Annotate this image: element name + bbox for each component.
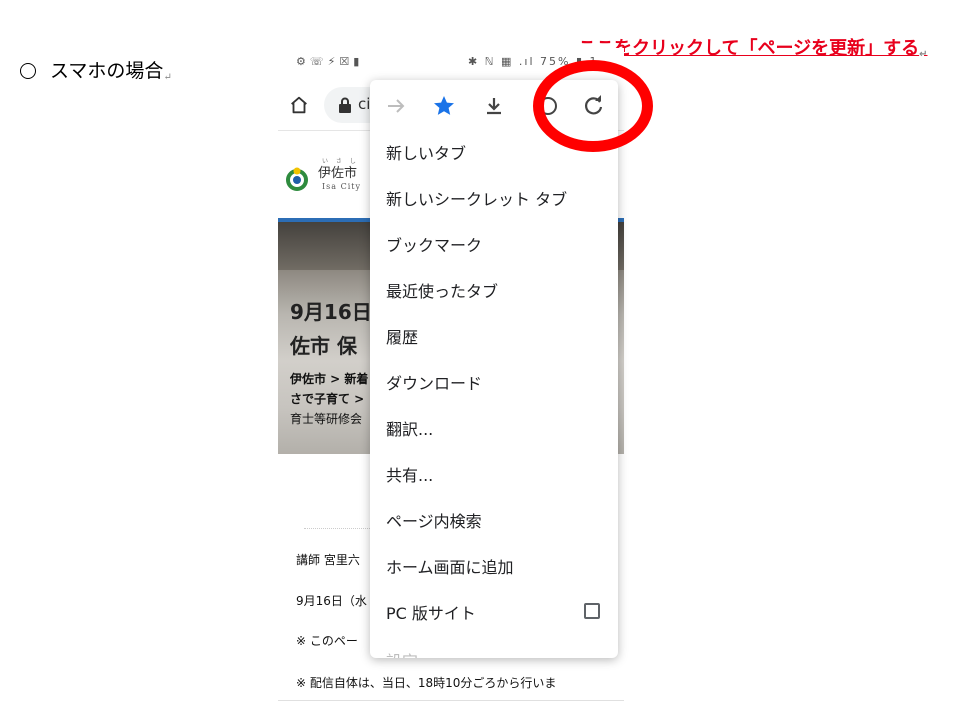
site-name-english: Isa City: [322, 182, 361, 191]
instruction-annotation: ここをクリックして「ページを更新」する↵: [578, 34, 928, 60]
highlight-circle: [533, 60, 653, 152]
menu-item-share[interactable]: 共有...: [370, 450, 618, 496]
paragraph-return-mark: ↵: [919, 49, 928, 60]
menu-item-settings[interactable]: 設定: [370, 634, 618, 658]
status-notification-icons: ⚙☏⚡☒▮: [296, 55, 364, 68]
body-text-line: 9月16日（水: [296, 594, 367, 608]
circle-bullet-icon: [20, 63, 36, 79]
menu-item-recent-tabs[interactable]: 最近使ったタブ: [370, 266, 618, 312]
browser-overflow-menu: 新しいタブ 新しいシークレット タブ ブックマーク 最近使ったタブ 履歴 ダウン…: [370, 80, 618, 658]
menu-item-translate[interactable]: 翻訳...: [370, 404, 618, 450]
forward-icon[interactable]: [380, 90, 412, 122]
body-text-line: ※ このペー: [296, 634, 358, 648]
breadcrumb-line2[interactable]: さで子育て >: [290, 390, 364, 407]
home-icon[interactable]: [288, 94, 310, 116]
content-divider: [278, 700, 624, 701]
menu-item-history[interactable]: 履歴: [370, 312, 618, 358]
breadcrumb-line1[interactable]: 伊佐市 > 新着: [290, 370, 368, 387]
menu-item-find-in-page[interactable]: ページ内検索: [370, 496, 618, 542]
hero-title-line2: 佐市 保: [290, 334, 357, 358]
url-text: ci: [358, 95, 371, 113]
menu-item-add-to-home[interactable]: ホーム画面に追加: [370, 542, 618, 588]
paragraph-return-mark: ↵: [163, 72, 172, 83]
body-text-line: 講師 宮里六: [296, 553, 360, 567]
lock-icon: [339, 97, 351, 113]
star-icon[interactable]: [428, 90, 460, 122]
menu-item-desktop-site[interactable]: PC 版サイト: [370, 588, 618, 634]
breadcrumb-line3: 育士等研修会: [290, 412, 363, 426]
site-name[interactable]: 伊佐市: [318, 162, 357, 181]
menu-item-new-incognito-tab[interactable]: 新しいシークレット タブ: [370, 174, 618, 220]
desktop-site-checkbox[interactable]: [584, 603, 600, 619]
download-icon[interactable]: [478, 90, 510, 122]
annotation-text: ここをクリックして「ページを更新」する: [578, 38, 920, 59]
heading-text: スマホの場合: [50, 60, 164, 82]
menu-item-bookmarks[interactable]: ブックマーク: [370, 220, 618, 266]
city-logo-icon: [286, 167, 308, 191]
menu-item-downloads[interactable]: ダウンロード: [370, 358, 618, 404]
section-heading: スマホの場合↵: [20, 56, 172, 83]
body-text-line: ※ 配信自体は、当日、18時10分ごろから行いま: [296, 676, 557, 690]
hero-title-line1: 9月16日: [290, 300, 372, 324]
